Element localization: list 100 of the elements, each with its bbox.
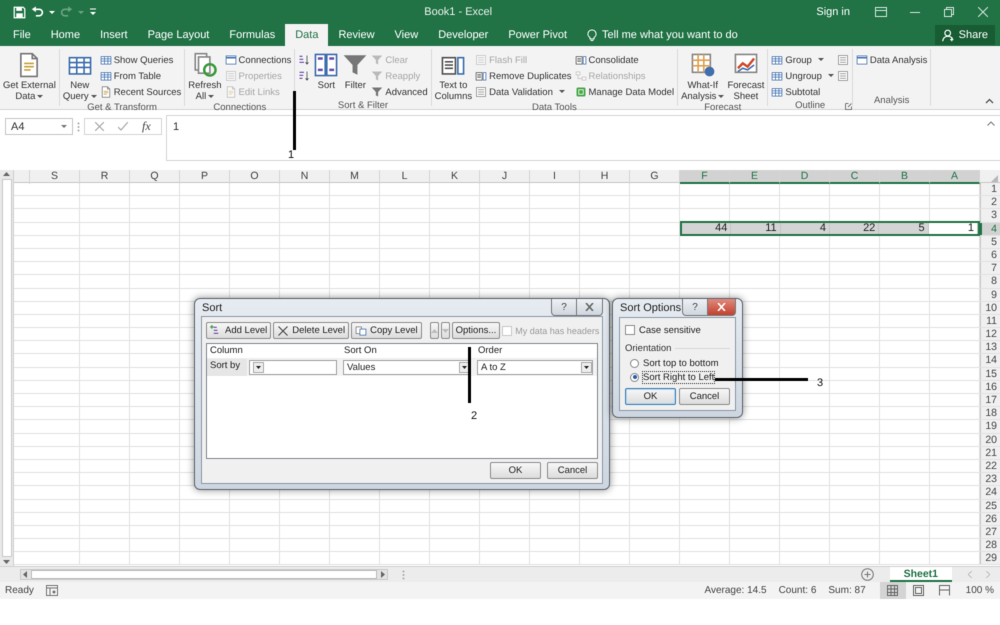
column-header[interactable]: L <box>380 170 430 184</box>
collapse-ribbon-icon[interactable] <box>985 98 994 104</box>
row-header[interactable]: 25 <box>980 500 1000 512</box>
share-button[interactable]: Share <box>934 25 995 45</box>
cancel-icon[interactable] <box>95 122 104 131</box>
insert-function-button[interactable]: fx <box>142 119 151 134</box>
ribbon-tab[interactable]: Power Pivot <box>498 24 578 46</box>
vertical-scrollbar[interactable] <box>0 170 14 566</box>
customize-icon[interactable] <box>89 7 97 17</box>
row-header[interactable]: 18 <box>980 407 1000 420</box>
row-header[interactable]: 19 <box>980 420 1000 433</box>
row-header[interactable]: 11 <box>980 314 1000 328</box>
scroll-up-icon[interactable] <box>3 172 10 176</box>
column-header[interactable]: A <box>930 170 980 184</box>
ribbon-tab[interactable]: File <box>0 24 41 46</box>
row-header[interactable]: 29 <box>980 552 1000 564</box>
name-box[interactable]: A4 <box>5 118 73 135</box>
ribbon-button[interactable]: Manage Data Model <box>574 84 676 100</box>
ribbon-tab[interactable]: Home <box>40 24 90 46</box>
ribbon-button[interactable]: Refresh All <box>187 52 223 102</box>
row-header[interactable]: 15 <box>980 368 1000 380</box>
ribbon-button[interactable]: Consolidate <box>574 52 676 68</box>
column-header[interactable]: C <box>830 170 880 184</box>
dialog-button[interactable]: OK <box>490 462 541 479</box>
ribbon-tab[interactable]: Formulas <box>219 24 286 46</box>
scroll-left-icon[interactable] <box>23 571 27 578</box>
column-header[interactable]: B <box>880 170 930 184</box>
ribbon-button[interactable]: Forecast Sheet <box>726 52 766 102</box>
ribbon-tab[interactable]: Review <box>328 24 385 46</box>
row-header[interactable]: 24 <box>980 486 1000 498</box>
row-header[interactable]: 21 <box>980 446 1000 459</box>
enter-icon[interactable] <box>118 122 128 131</box>
help-button[interactable]: ? <box>551 299 577 316</box>
ribbon-button[interactable]: Advanced <box>370 84 429 100</box>
column-header[interactable]: K <box>430 170 480 184</box>
dialog-button[interactable]: Cancel <box>547 462 598 479</box>
save-icon[interactable] <box>13 6 26 18</box>
ribbon-button[interactable]: Sort <box>312 52 340 91</box>
column-header[interactable]: E <box>730 170 780 184</box>
ribbon-tab[interactable]: View <box>384 24 428 46</box>
row-header[interactable]: 1 <box>980 183 1000 196</box>
normal-view-button[interactable] <box>880 582 906 599</box>
row-header[interactable]: 27 <box>980 526 1000 538</box>
order-dropdown[interactable]: A to Z <box>477 360 593 375</box>
ribbon-button[interactable]: Remove Duplicates <box>474 68 572 84</box>
ribbon-button[interactable]: Data Validation <box>474 84 572 100</box>
column-header[interactable]: I <box>530 170 580 184</box>
row-header[interactable]: 4 <box>980 222 1000 235</box>
sort-on-dropdown[interactable]: Values <box>343 360 471 375</box>
ribbon-button[interactable] <box>836 52 850 68</box>
sign-in-link[interactable]: Sign in <box>816 6 850 18</box>
sheet-tab[interactable]: Sheet1 <box>890 567 952 582</box>
ribbon-tab[interactable]: Developer <box>428 24 498 46</box>
undo-icon[interactable] <box>31 6 44 18</box>
ribbon-button[interactable]: What-If Analysis <box>680 52 726 102</box>
dialog-button[interactable]: OK <box>625 388 676 405</box>
help-button[interactable]: ? <box>682 299 708 316</box>
row-header[interactable]: 17 <box>980 394 1000 406</box>
dialog-button[interactable]: Copy Level <box>351 322 422 339</box>
ribbon-button[interactable]: Subtotal <box>770 84 835 100</box>
row-header[interactable]: 9 <box>980 288 1000 301</box>
row-header[interactable]: 7 <box>980 262 1000 274</box>
dialog-button[interactable]: Options... <box>452 322 500 339</box>
row-header[interactable]: 10 <box>980 302 1000 314</box>
ribbon-button[interactable]: Filter <box>341 52 370 91</box>
row-header[interactable]: 23 <box>980 473 1000 486</box>
dialog-launcher-icon[interactable] <box>844 103 852 110</box>
column-header[interactable]: Q <box>130 170 180 184</box>
ribbon-button[interactable]: New Query <box>62 52 98 102</box>
macro-record-icon[interactable] <box>46 585 58 596</box>
ribbon-button[interactable]: Recent Sources <box>98 84 182 100</box>
tell-me-field[interactable]: Tell me what you want to do <box>587 24 738 46</box>
ribbon-display-icon[interactable] <box>875 7 887 17</box>
column-header[interactable]: P <box>180 170 230 184</box>
column-header[interactable]: N <box>280 170 330 184</box>
scroll-down-icon[interactable] <box>3 560 10 564</box>
ribbon-button[interactable] <box>836 68 850 84</box>
ribbon-button[interactable]: Get External Data <box>2 52 57 102</box>
radio-button[interactable] <box>630 372 639 382</box>
zoom-level[interactable]: 100 % <box>966 585 994 596</box>
row-header[interactable]: 2 <box>980 196 1000 208</box>
ribbon-button[interactable]: Group <box>770 52 835 68</box>
column-header[interactable]: D <box>780 170 830 184</box>
ribbon-tab[interactable]: Insert <box>90 24 138 46</box>
close-button[interactable] <box>577 299 603 316</box>
dialog-button[interactable]: Add Level <box>206 322 272 339</box>
ribbon-button[interactable]: Ungroup <box>770 68 835 84</box>
radio-button[interactable] <box>630 358 639 368</box>
column-header[interactable]: J <box>480 170 530 184</box>
row-header[interactable]: 5 <box>980 236 1000 248</box>
row-header[interactable]: 13 <box>980 341 1000 354</box>
column-header[interactable]: F <box>680 170 730 184</box>
ribbon-tab[interactable]: Page Layout <box>138 24 220 46</box>
dialog-button[interactable]: Delete Level <box>273 322 350 339</box>
column-header[interactable]: S <box>30 170 80 184</box>
column-header[interactable]: R <box>80 170 130 184</box>
row-header[interactable]: 14 <box>980 354 1000 367</box>
row-header[interactable]: 28 <box>980 539 1000 552</box>
dialog-button[interactable]: Cancel <box>679 388 730 405</box>
column-dropdown[interactable] <box>249 360 337 375</box>
